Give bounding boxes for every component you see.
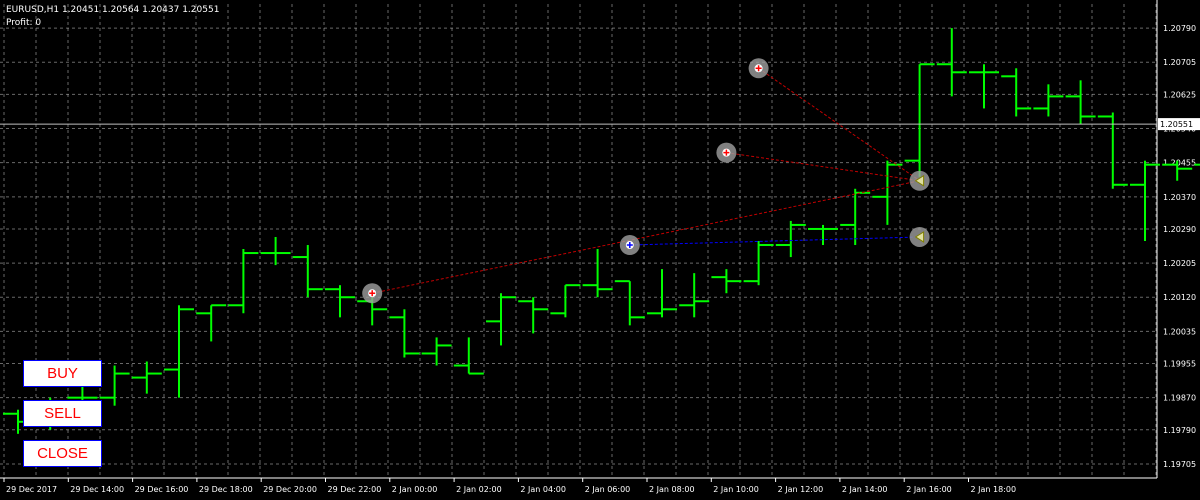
ohlc-bar: [614, 280, 645, 326]
buy-button[interactable]: BUY: [23, 360, 102, 387]
current-price-label: 1.20551: [1160, 120, 1193, 129]
trade-marker-close: [909, 170, 930, 191]
price-chart[interactable]: 1.207901.207051.206251.205401.204551.203…: [0, 0, 1200, 500]
y-tick-label: 1.20370: [1163, 193, 1196, 202]
trade-marker-sell-open: [748, 58, 769, 79]
ohlc-bar: [164, 305, 194, 398]
ohlc-bar: [228, 249, 259, 314]
ohlc-bar: [711, 269, 742, 294]
ohlc-bar: [550, 284, 581, 318]
trade-marker-close: [909, 226, 930, 247]
ohlc-bar: [196, 304, 227, 342]
ohlc-bar: [969, 64, 999, 109]
y-tick-label: 1.20205: [1163, 259, 1196, 268]
y-tick-label: 1.20625: [1163, 90, 1196, 99]
y-tick-label: 1.20035: [1163, 327, 1196, 336]
y-tick-label: 1.19955: [1163, 360, 1196, 369]
x-tick-label: 2 Jan 18:00: [971, 485, 1017, 494]
ohlc-bar: [486, 293, 516, 346]
ohlc-bar: [679, 273, 710, 318]
y-tick-label: 1.20455: [1163, 159, 1196, 168]
x-tick-label: 2 Jan 00:00: [392, 485, 438, 494]
ohlc-bar: [582, 249, 613, 298]
ohlc-bar: [421, 337, 452, 366]
x-tick-label: 2 Jan 16:00: [906, 485, 952, 494]
ohlc-bar: [1033, 84, 1064, 117]
x-tick-label: 2 Jan 08:00: [649, 485, 695, 494]
ohlc-bar: [904, 63, 935, 177]
close-button[interactable]: CLOSE: [23, 440, 102, 467]
x-tick-label: 2 Jan 02:00: [456, 485, 502, 494]
x-tick-label: 29 Dec 22:00: [328, 485, 382, 494]
x-tick-label: 29 Dec 20:00: [263, 485, 317, 494]
y-tick-label: 1.20290: [1163, 225, 1196, 234]
x-tick-label: 29 Dec 2017: [6, 485, 57, 494]
trade-marker-sell-open: [716, 142, 737, 163]
profit-label: Profit: 0: [6, 18, 42, 28]
symbol-ohlc-label: EURUSD,H1 1.20451 1.20564 1.20437 1.2055…: [6, 5, 220, 15]
ohlc-bar: [389, 309, 420, 358]
y-tick-label: 1.19705: [1163, 460, 1196, 469]
y-tick-label: 1.20790: [1163, 24, 1196, 33]
ohlc-bar: [647, 269, 677, 318]
trade-marker-sell-open: [362, 283, 383, 304]
x-tick-label: 2 Jan 14:00: [842, 485, 888, 494]
ohlc-bar: [325, 285, 355, 318]
x-tick-label: 2 Jan 04:00: [520, 485, 566, 494]
y-tick-label: 1.20705: [1163, 58, 1196, 67]
x-tick-label: 29 Dec 16:00: [135, 485, 189, 494]
x-tick-label: 2 Jan 10:00: [713, 485, 759, 494]
x-tick-label: 2 Jan 12:00: [778, 485, 824, 494]
x-tick-label: 29 Dec 18:00: [199, 485, 253, 494]
trade-marker-buy-open: [619, 235, 640, 256]
ohlc-bar: [1065, 80, 1096, 125]
ohlc-bar: [1001, 68, 1032, 117]
trade-line-buy: [629, 236, 920, 246]
y-tick-label: 1.20120: [1163, 293, 1196, 302]
trade-line-sell: [372, 180, 920, 294]
trade-line-sell: [726, 152, 920, 182]
x-tick-label: 29 Dec 14:00: [70, 485, 124, 494]
ohlc-bar: [808, 224, 838, 246]
ohlc-bar: [292, 245, 323, 298]
ohlc-bar: [518, 297, 549, 334]
ohlc-bar: [260, 236, 291, 266]
sell-button[interactable]: SELL: [23, 400, 102, 427]
x-tick-label: 2 Jan 06:00: [585, 485, 631, 494]
y-tick-label: 1.19870: [1163, 394, 1196, 403]
y-tick-label: 1.19790: [1163, 426, 1196, 435]
ohlc-bar: [131, 361, 162, 394]
ohlc-bar: [872, 160, 903, 225]
ohlc-bar: [453, 337, 484, 375]
ohlc-bar: [775, 220, 806, 258]
ohlc-bar: [99, 365, 130, 406]
